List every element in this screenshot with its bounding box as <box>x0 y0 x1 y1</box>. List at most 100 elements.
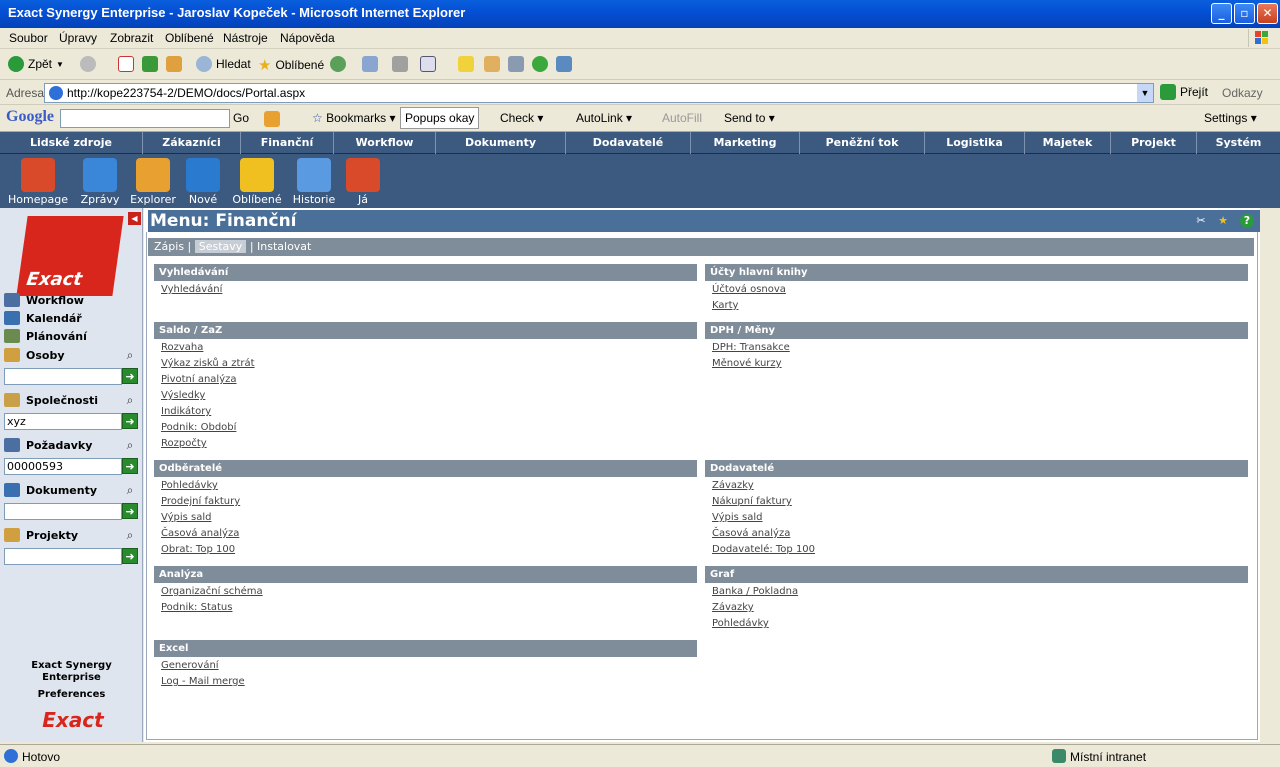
link-nakupni-faktury[interactable]: Nákupní faktury <box>712 496 1248 509</box>
google-go-button[interactable]: Go <box>233 111 249 125</box>
link-banka-pokladna[interactable]: Banka / Pokladna <box>712 586 1248 599</box>
dokumenty-go-icon[interactable]: ➜ <box>122 503 138 519</box>
search-icon[interactable]: ⌕ <box>122 483 138 499</box>
link-prodejni-faktury[interactable]: Prodejní faktury <box>161 496 697 509</box>
link-obrat-top-100[interactable]: Obrat: Top 100 <box>161 544 697 557</box>
back-dropdown-icon[interactable]: ▼ <box>56 60 64 69</box>
sendto-button[interactable]: Send to ▾ <box>724 111 775 125</box>
nav-logistika[interactable]: Logistika <box>925 132 1025 154</box>
nav-penezni-tok[interactable]: Peněžní tok <box>800 132 925 154</box>
link-menove-kurzy[interactable]: Měnové kurzy <box>712 358 1248 371</box>
google-search-input[interactable] <box>60 109 230 128</box>
nav-majetek[interactable]: Majetek <box>1025 132 1111 154</box>
spolecnosti-go-icon[interactable]: ➜ <box>122 413 138 429</box>
projekty-input[interactable] <box>4 548 122 565</box>
tools-icon[interactable] <box>556 56 572 72</box>
explorer-button[interactable]: Explorer <box>128 158 178 206</box>
sidebar-item-spolecnosti[interactable]: Společnosti <box>4 393 98 407</box>
sidebar-item-pozadavky[interactable]: Požadavky <box>4 438 92 452</box>
search-icon[interactable]: ⌕ <box>122 438 138 454</box>
zpravy-button[interactable]: Zprávy <box>78 158 122 206</box>
autolink-button[interactable]: AutoLink ▾ <box>576 111 632 125</box>
research-icon[interactable] <box>484 56 500 72</box>
link-pohledavky[interactable]: Pohledávky <box>161 480 697 493</box>
nav-dodavatele[interactable]: Dodavatelé <box>566 132 691 154</box>
sidebar-item-osoby[interactable]: Osoby <box>4 348 65 362</box>
link-rozpocty[interactable]: Rozpočty <box>161 438 697 451</box>
projekty-go-icon[interactable]: ➜ <box>122 548 138 564</box>
check-button[interactable]: Check ▾ <box>500 111 543 125</box>
mail-icon[interactable] <box>362 56 378 72</box>
pozadavky-input[interactable]: 00000593 <box>4 458 122 475</box>
link-generovani[interactable]: Generování <box>161 660 697 673</box>
link-vypis-sald[interactable]: Výpis sald <box>712 512 1248 525</box>
back-button[interactable]: Zpět ▼ <box>8 56 64 72</box>
sidebar-item-kalendar[interactable]: Kalendář <box>4 311 82 325</box>
bookmarks-button[interactable]: ☆ Bookmarks ▾ <box>312 111 396 125</box>
tools-icon[interactable]: ✂ <box>1194 214 1208 228</box>
menu-zobrazit[interactable]: Zobrazit <box>110 31 153 45</box>
oblibene-button[interactable]: Oblíbené <box>230 158 284 206</box>
home-icon[interactable] <box>166 56 182 72</box>
link-pivotni-analyza[interactable]: Pivotní analýza <box>161 374 697 387</box>
link-indikatory[interactable]: Indikátory <box>161 406 697 419</box>
historie-button[interactable]: Historie <box>292 158 336 206</box>
dokumenty-input[interactable] <box>4 503 122 520</box>
link-podnik-status[interactable]: Podnik: Status <box>161 602 697 615</box>
nav-workflow[interactable]: Workflow <box>334 132 436 154</box>
link-vykaz-zisku-a-ztrat[interactable]: Výkaz zisků a ztrát <box>161 358 697 371</box>
link-log-mail-merge[interactable]: Log - Mail merge <box>161 676 697 689</box>
popups-button[interactable]: Popups okay <box>400 107 480 129</box>
link-casova-analyza[interactable]: Časová analýza <box>712 528 1248 541</box>
search-icon[interactable]: ⌕ <box>122 528 138 544</box>
sidebar-item-dokumenty[interactable]: Dokumenty <box>4 483 97 497</box>
tab-zapis[interactable]: Zápis <box>154 240 184 253</box>
favorites-button[interactable]: ★ Oblíbené <box>258 56 324 74</box>
link-pohledavky[interactable]: Pohledávky <box>712 618 1248 631</box>
link-zavazky[interactable]: Závazky <box>712 602 1248 615</box>
messenger-icon[interactable] <box>508 56 524 72</box>
settings-button[interactable]: Settings ▾ <box>1204 111 1257 125</box>
link-organizacni-schema[interactable]: Organizační schéma <box>161 586 697 599</box>
link-vyhledavani[interactable]: Vyhledávání <box>161 284 697 297</box>
sidebar-item-projekty[interactable]: Projekty <box>4 528 78 542</box>
history-icon[interactable] <box>330 56 346 72</box>
menu-soubor[interactable]: Soubor <box>9 31 48 45</box>
nav-financni[interactable]: Finanční <box>241 132 334 154</box>
spolecnosti-input[interactable]: xyz <box>4 413 122 430</box>
menu-upravy[interactable]: Úpravy <box>59 31 97 45</box>
address-dropdown-icon[interactable]: ▼ <box>1137 84 1153 102</box>
search-icon[interactable]: ⌕ <box>122 348 138 364</box>
link-podnik-obdobi[interactable]: Podnik: Období <box>161 422 697 435</box>
address-input[interactable]: http://kope223754-2/DEMO/docs/Portal.asp… <box>44 83 1154 103</box>
nav-projekt[interactable]: Projekt <box>1111 132 1197 154</box>
nav-dokumenty[interactable]: Dokumenty <box>436 132 566 154</box>
edit-icon[interactable] <box>420 56 436 72</box>
nav-marketing[interactable]: Marketing <box>691 132 800 154</box>
autofill-button[interactable]: AutoFill <box>662 111 702 125</box>
nav-system[interactable]: Systém <box>1197 132 1280 154</box>
homepage-button[interactable]: Homepage <box>8 158 68 206</box>
nove-button[interactable]: Nové <box>184 158 222 206</box>
refresh-icon[interactable] <box>142 56 158 72</box>
maximize-button[interactable]: ▫ <box>1234 3 1255 24</box>
preferences-link[interactable]: Preferences <box>0 689 143 700</box>
minimize-button[interactable]: _ <box>1211 3 1232 24</box>
link-vypis-sald[interactable]: Výpis sald <box>161 512 697 525</box>
link-vysledky[interactable]: Výsledky <box>161 390 697 403</box>
menu-oblibene[interactable]: Oblíbené <box>165 31 214 45</box>
pozadavky-go-icon[interactable]: ➜ <box>122 458 138 474</box>
menu-napoveda[interactable]: Nápověda <box>280 31 335 45</box>
sidebar-item-planovani[interactable]: Plánování <box>4 329 87 343</box>
link-casova-analyza[interactable]: Časová analýza <box>161 528 697 541</box>
link-dph-transakce[interactable]: DPH: Transakce <box>712 342 1248 355</box>
collapse-sidebar-icon[interactable]: ◀ <box>128 212 141 225</box>
search-button[interactable]: Hledat <box>196 56 251 72</box>
osoby-go-icon[interactable]: ➜ <box>122 368 138 384</box>
nav-zakaznici[interactable]: Zákazníci <box>143 132 241 154</box>
link-karty[interactable]: Karty <box>712 300 1248 313</box>
nav-lidske-zdroje[interactable]: Lidské zdroje <box>0 132 143 154</box>
go-button[interactable]: Přejít <box>1160 84 1208 100</box>
clover-icon[interactable] <box>532 56 548 72</box>
sidebar-item-workflow[interactable]: Workflow <box>4 293 84 307</box>
